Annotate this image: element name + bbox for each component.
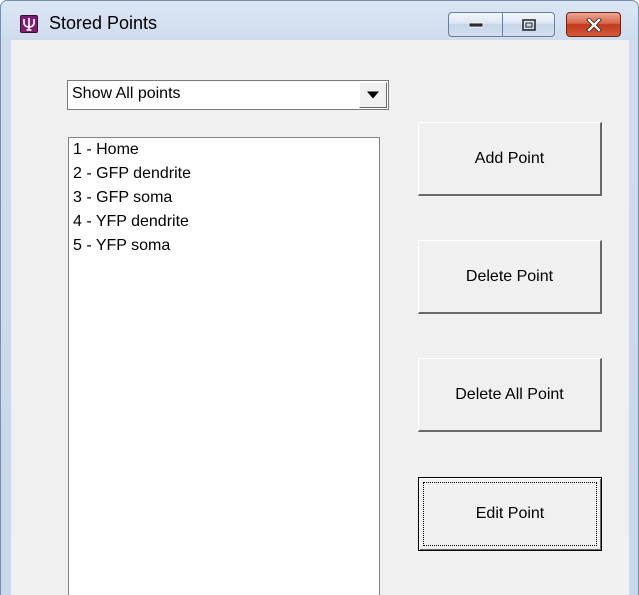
edit-point-button[interactable]: Edit Point: [418, 477, 602, 551]
title-bar[interactable]: Stored Points: [1, 1, 638, 39]
list-item[interactable]: 1 - Home: [69, 138, 379, 162]
list-item[interactable]: 3 - GFP soma: [69, 186, 379, 210]
minimize-button[interactable]: [448, 12, 503, 37]
minimize-icon: [468, 22, 483, 27]
maximize-icon: [521, 18, 536, 31]
delete-point-button[interactable]: Delete Point: [418, 240, 602, 314]
close-icon: [585, 17, 602, 32]
edit-point-label: Edit Point: [475, 505, 545, 522]
dropdown-arrow-button[interactable]: [359, 82, 387, 108]
add-point-button[interactable]: Add Point: [418, 122, 602, 196]
point-filter-value: Show All points: [72, 85, 181, 102]
stored-points-list[interactable]: 1 - Home 2 - GFP dendrite 3 - GFP soma 4…: [68, 137, 380, 595]
window-client-area: Show All points 1 - Home 2 - GFP dendrit…: [11, 40, 629, 595]
delete-all-points-label: Delete All Point: [455, 385, 564, 403]
maximize-button[interactable]: [503, 12, 555, 37]
list-item[interactable]: 2 - GFP dendrite: [69, 162, 379, 186]
list-item[interactable]: 5 - YFP soma: [69, 234, 379, 258]
list-item[interactable]: 4 - YFP dendrite: [69, 210, 379, 234]
chevron-down-icon: [367, 91, 379, 99]
window-title: Stored Points: [49, 13, 158, 33]
delete-point-label: Delete Point: [465, 267, 554, 285]
psi-app-icon[interactable]: [20, 15, 38, 33]
close-button[interactable]: [566, 12, 621, 37]
add-point-label: Add Point: [474, 149, 545, 167]
delete-all-points-button[interactable]: Delete All Point: [418, 358, 602, 432]
stored-points-window: Stored Points Show All points 1 - Home 2…: [0, 0, 639, 595]
point-filter-dropdown[interactable]: Show All points: [67, 80, 389, 110]
